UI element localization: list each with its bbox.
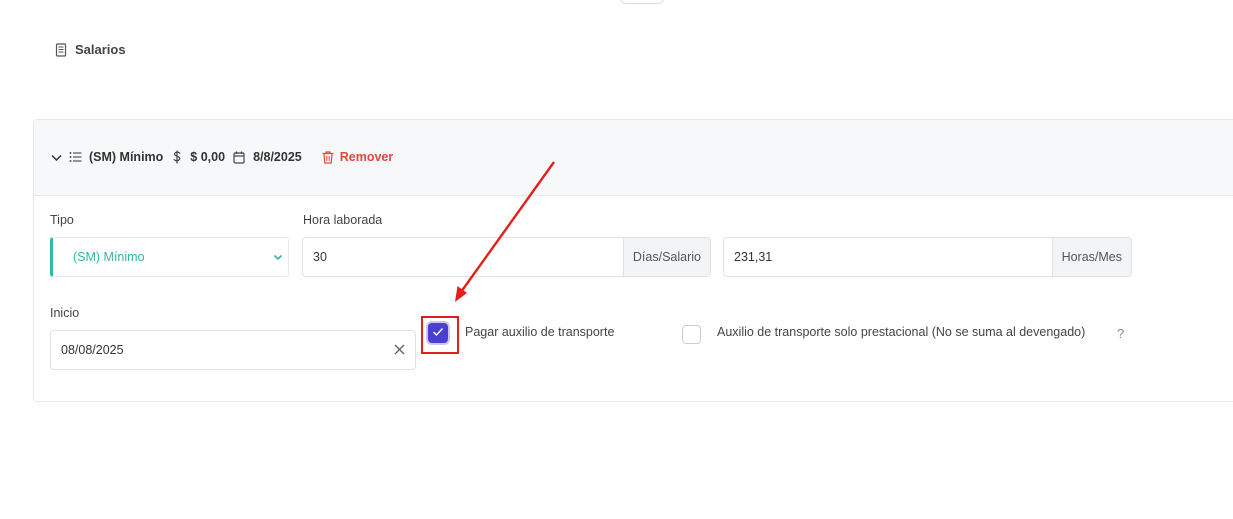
salary-card: (SM) Mínimo $ 0,00 8/8/2025 Remover Tipo… <box>33 119 1233 402</box>
dias-salario-group: 30 Días/Salario <box>302 237 711 277</box>
auxilio-prestacional-label[interactable]: Auxilio de transporte solo prestacional … <box>717 325 1085 339</box>
tipo-select-value: (SM) Mínimo <box>73 250 145 264</box>
salary-summary: (SM) Mínimo $ 0,00 8/8/2025 Remover <box>50 148 393 166</box>
section-title: Salarios <box>55 42 126 57</box>
remove-label: Remover <box>339 150 394 164</box>
salary-card-header[interactable]: (SM) Mínimo $ 0,00 8/8/2025 Remover <box>34 120 1233 196</box>
horas-mes-addon: Horas/Mes <box>1051 238 1131 276</box>
dias-salario-addon: Días/Salario <box>622 238 710 276</box>
horas-mes-input[interactable]: 231,31 <box>724 238 1052 276</box>
calendar-icon <box>233 151 245 164</box>
chevron-down-icon <box>272 251 284 266</box>
dollar-icon <box>172 150 182 164</box>
trash-icon <box>322 150 334 164</box>
inicio-date-input[interactable]: 08/08/2025 <box>50 330 416 370</box>
pagar-auxilio-checkbox[interactable] <box>428 323 448 343</box>
clear-icon[interactable] <box>393 343 406 359</box>
salary-amount: $ 0,00 <box>190 150 226 164</box>
inicio-label: Inicio <box>50 306 80 320</box>
horas-mes-group: 231,31 Horas/Mes <box>723 237 1132 277</box>
pagar-auxilio-label[interactable]: Pagar auxilio de transporte <box>465 325 614 339</box>
hora-laborada-label: Hora laborada <box>303 213 383 227</box>
tipo-label: Tipo <box>50 213 74 227</box>
dias-salario-input[interactable]: 30 <box>303 238 623 276</box>
list-icon <box>69 151 82 163</box>
chevron-down-icon[interactable] <box>50 151 63 164</box>
auxilio-prestacional-checkbox[interactable] <box>682 325 701 344</box>
section-title-text: Salarios <box>75 42 126 57</box>
receipt-icon <box>55 42 67 57</box>
inicio-date-value: 08/08/2025 <box>61 343 124 357</box>
remove-button[interactable]: Remover <box>322 150 394 164</box>
help-icon[interactable]: ? <box>1117 326 1124 341</box>
salary-type-name: (SM) Mínimo <box>89 150 164 164</box>
tipo-select[interactable]: (SM) Mínimo <box>50 237 289 277</box>
check-icon <box>432 324 444 342</box>
salary-date: 8/8/2025 <box>253 150 302 164</box>
top-stub <box>620 0 664 4</box>
